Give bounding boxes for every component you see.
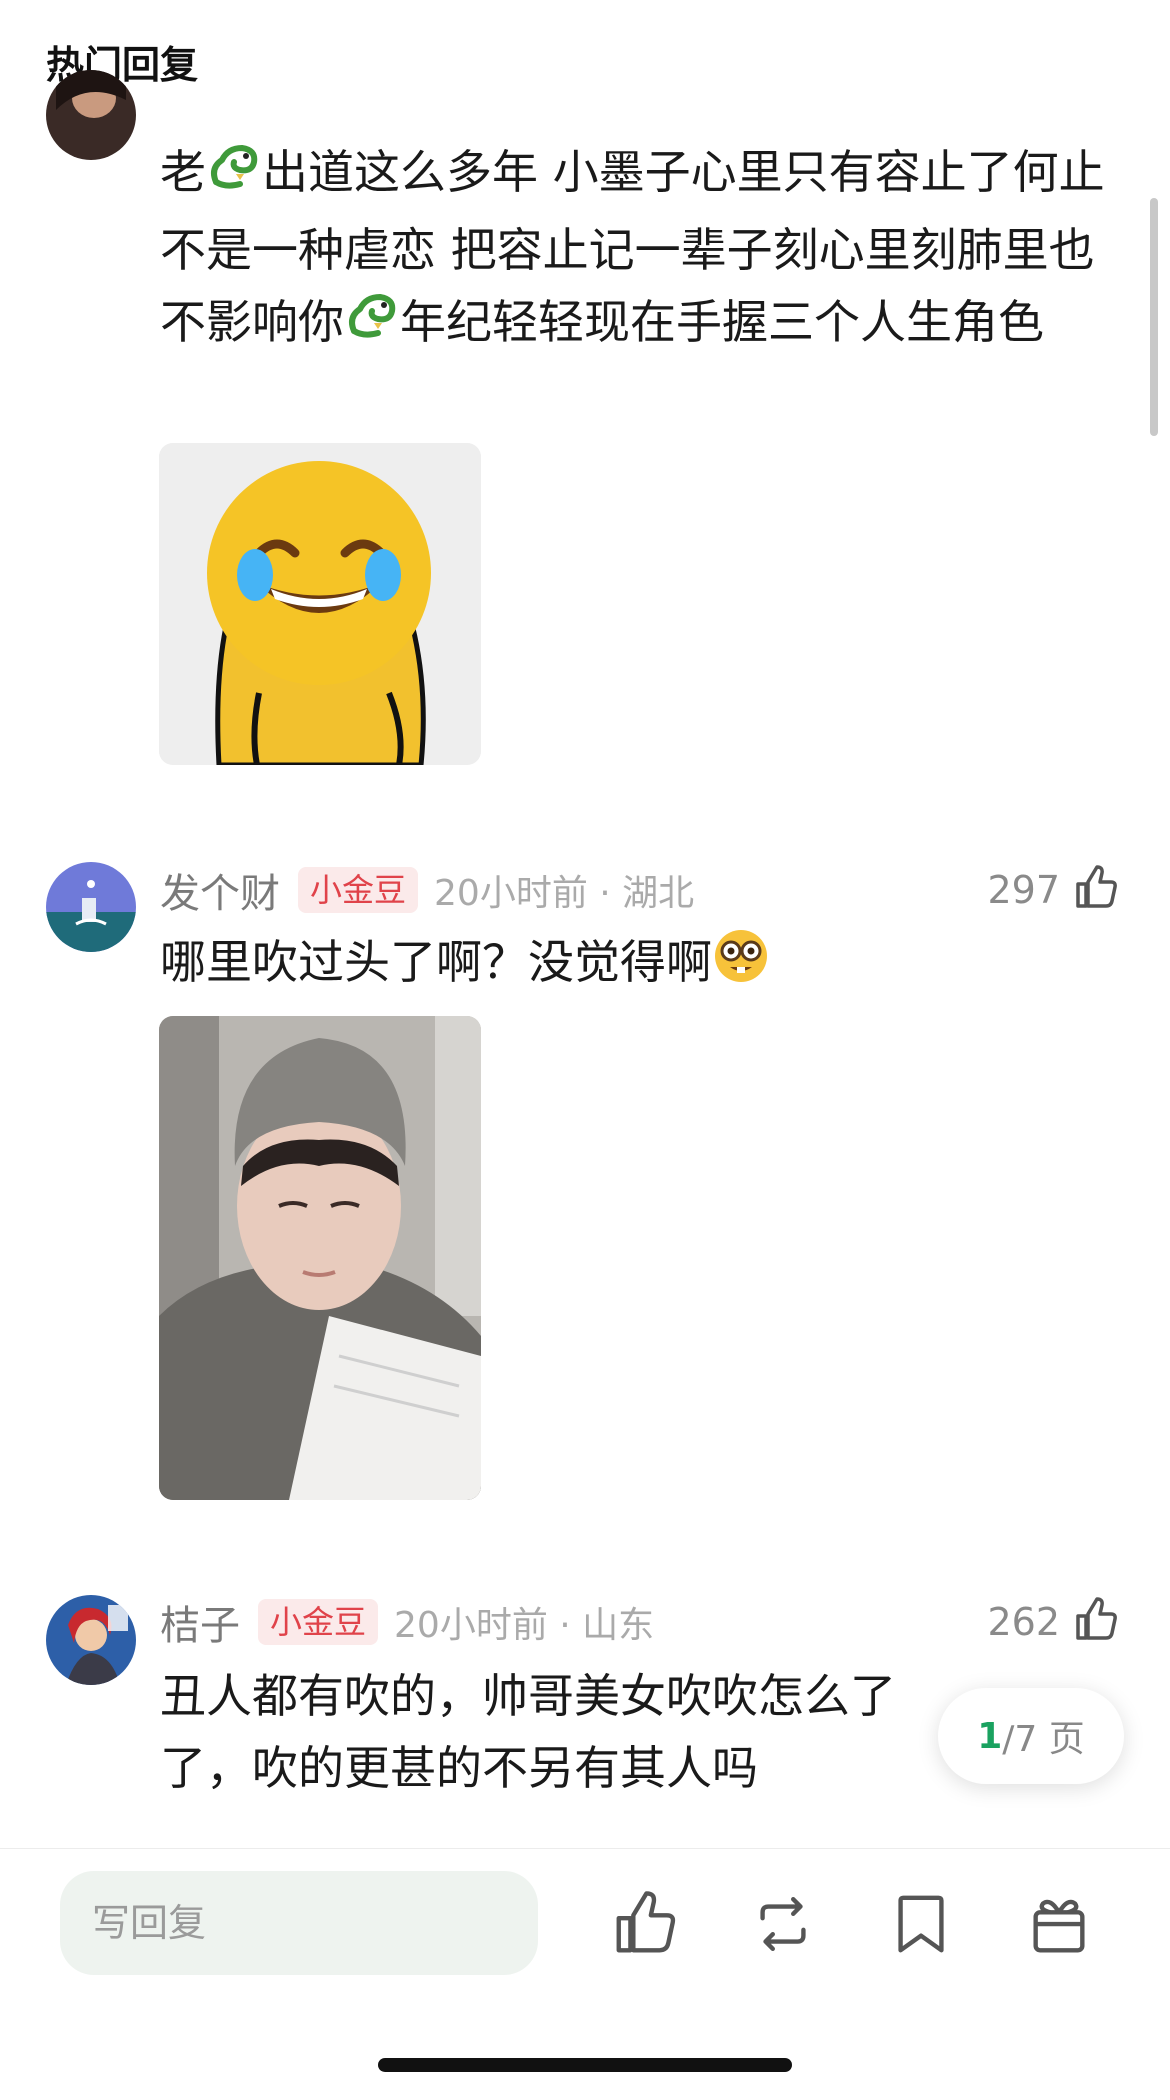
username[interactable]: 桔子 xyxy=(160,1593,240,1651)
thumbs-up-icon xyxy=(1072,864,1120,916)
timestamp-location: 20小时前 · 山东 xyxy=(394,1605,655,1646)
page-total: /7 页 xyxy=(1002,1719,1085,1760)
dragon-emoji-icon xyxy=(206,138,262,214)
boy-in-beanie-reading-photo xyxy=(159,1016,481,1500)
page-current: 1 xyxy=(977,1715,1003,1757)
avatar[interactable] xyxy=(46,1595,136,1685)
comment-meta: 桔子 小金豆 20小时前 · 山东 xyxy=(160,1592,654,1652)
like-count: 262 xyxy=(987,1600,1060,1644)
comment-text: 哪里吹过头了啊？没觉得啊 xyxy=(160,926,1120,1005)
home-indicator[interactable] xyxy=(378,2058,792,2072)
gift-icon[interactable] xyxy=(1024,1889,1094,1959)
avatar[interactable] xyxy=(46,70,136,160)
like-button[interactable]: 297 xyxy=(987,860,1120,920)
thumbs-up-icon[interactable] xyxy=(610,1889,680,1959)
laughing-crying-emoji-sticker xyxy=(159,443,481,765)
nerd-face-emoji-icon xyxy=(712,927,770,1005)
dragon-emoji-icon xyxy=(344,287,400,363)
status-badge: 小金豆 xyxy=(298,867,419,913)
avatar[interactable] xyxy=(46,862,136,952)
scrollbar[interactable] xyxy=(1150,198,1158,436)
timestamp-location: 20小时前 · 湖北 xyxy=(434,873,695,914)
comment-meta: 发个财 小金豆 20小时前 · 湖北 xyxy=(160,860,694,920)
like-count: 297 xyxy=(987,868,1060,912)
thumbs-up-icon xyxy=(1072,1596,1120,1648)
reply-input[interactable]: 写回复 xyxy=(60,1871,538,1975)
page-indicator[interactable]: 1/7 页 xyxy=(938,1688,1124,1784)
status-badge: 小金豆 xyxy=(258,1599,379,1645)
repost-icon[interactable] xyxy=(748,1889,818,1959)
username[interactable]: 发个财 xyxy=(160,861,280,919)
like-button[interactable]: 262 xyxy=(987,1592,1120,1652)
comment-image[interactable] xyxy=(159,443,481,765)
comment-image[interactable] xyxy=(159,1016,481,1500)
bookmark-icon[interactable] xyxy=(886,1889,956,1959)
comment-text: 老 出道这么多年 小墨子心里只有容止了何止不是一种虐恋 把容止记一辈子刻心里刻肺… xyxy=(160,136,1120,363)
